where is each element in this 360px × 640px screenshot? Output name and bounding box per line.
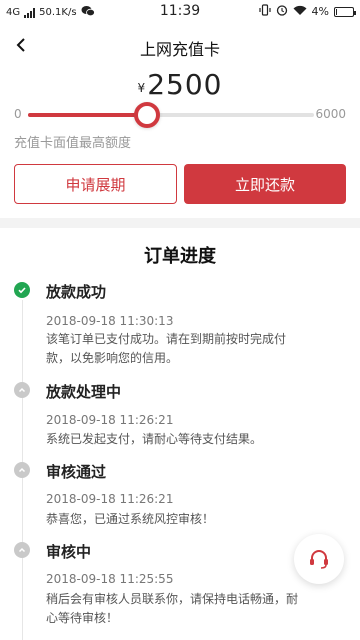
slider-min-label: 0 bbox=[14, 107, 22, 121]
step-status-pending bbox=[14, 462, 30, 478]
step-desc: 该笔订单已支付成功。请在到期前按时完成付款，以免影响您的信用。 bbox=[46, 332, 287, 365]
amount-display: ¥2500 bbox=[0, 68, 360, 101]
step-desc: 系统已发起支付，请耐心等待支付结果。 bbox=[46, 432, 263, 446]
repay-button[interactable]: 立即还款 bbox=[184, 164, 346, 204]
step-time: 2018-09-18 11:26:21 bbox=[46, 492, 174, 506]
step-time: 2018-09-18 11:25:55 bbox=[46, 572, 174, 586]
amount-slider-track[interactable] bbox=[28, 113, 314, 117]
step-status-pending bbox=[14, 542, 30, 558]
step-title: 审核中 bbox=[46, 543, 92, 561]
battery-icon bbox=[334, 6, 356, 17]
step-time: 2018-09-18 11:30:13 bbox=[46, 314, 174, 328]
step-title: 放款处理中 bbox=[46, 383, 122, 401]
nav-bar: 上网充值卡 bbox=[0, 28, 360, 64]
extend-button[interactable]: 申请展期 bbox=[14, 164, 177, 204]
status-bar: 4G 50.1K/s 11:39 4% bbox=[0, 0, 360, 24]
section-divider bbox=[0, 218, 360, 228]
vibrate-icon bbox=[258, 4, 271, 19]
step-desc: 恭喜您，已通过系统风控审核！ bbox=[46, 512, 215, 526]
step-status-done bbox=[14, 282, 30, 298]
step-time: 2018-09-18 11:26:21 bbox=[46, 413, 174, 427]
alarm-icon bbox=[276, 4, 288, 19]
chevron-up-icon bbox=[18, 547, 26, 553]
slider-max-label: 6000 bbox=[315, 107, 346, 121]
slider-fill bbox=[28, 113, 148, 117]
chevron-up-icon bbox=[18, 467, 26, 473]
check-icon bbox=[18, 287, 26, 294]
page-title: 上网充值卡 bbox=[139, 40, 220, 59]
amount-value: 2500 bbox=[147, 68, 223, 101]
battery-percent: 4% bbox=[311, 5, 329, 18]
step-title: 放款成功 bbox=[46, 283, 107, 301]
slider-thumb[interactable] bbox=[134, 102, 161, 128]
step-status-pending bbox=[14, 382, 30, 398]
currency-symbol: ¥ bbox=[137, 81, 146, 95]
step-title: 审核通过 bbox=[46, 463, 107, 481]
step-desc: 稍后会有审核人员联系你，请保持电话畅通，耐心等待审核！ bbox=[46, 592, 299, 625]
limit-hint: 充值卡面值最高额度 bbox=[14, 136, 132, 151]
chevron-up-icon bbox=[18, 387, 26, 393]
headset-icon bbox=[310, 550, 328, 569]
progress-title: 订单进度 bbox=[144, 246, 216, 267]
customer-service-button[interactable] bbox=[294, 534, 344, 584]
wifi-icon bbox=[293, 5, 307, 19]
status-right: 4% bbox=[258, 4, 356, 19]
